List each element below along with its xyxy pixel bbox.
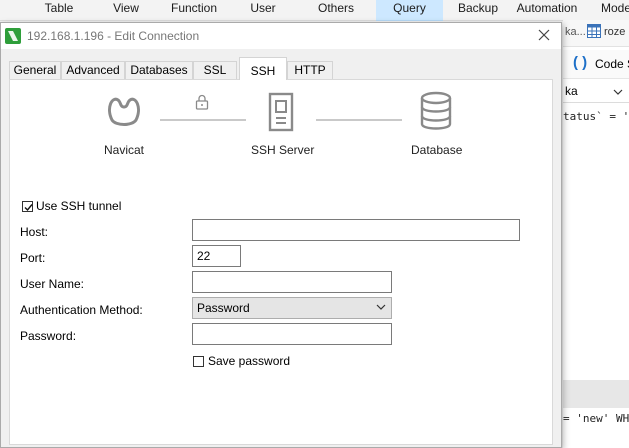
port-label: Port:	[20, 251, 46, 265]
table-grid-icon	[587, 24, 601, 38]
database-select[interactable]: ka	[563, 80, 629, 103]
navicat-label: Navicat	[104, 143, 145, 157]
menu-query[interactable]: Query	[376, 0, 443, 21]
database-select-value: ka	[565, 84, 578, 98]
editor-gutter-band	[563, 380, 629, 408]
navicat-icon	[104, 90, 144, 130]
tab-advanced[interactable]: Advanced	[61, 61, 125, 79]
edit-connection-dialog: 192.168.1.196 - Edit Connection General …	[0, 22, 562, 448]
use-ssh-tunnel-label[interactable]: Use SSH tunnel	[36, 199, 121, 213]
close-button[interactable]	[535, 26, 553, 44]
tab-general[interactable]: General	[9, 61, 61, 79]
user-name-input[interactable]	[192, 271, 392, 293]
user-name-label: User Name:	[20, 277, 85, 291]
auth-method-select[interactable]: Password	[192, 297, 392, 319]
database-icon	[418, 90, 454, 134]
tab-ssh[interactable]: SSH	[239, 57, 287, 80]
query-tab-bar: ka... roze	[563, 20, 629, 47]
checkmark-icon	[24, 204, 33, 212]
password-input[interactable]	[192, 323, 392, 345]
tab-databases[interactable]: Databases	[125, 61, 193, 79]
tab-roze[interactable]: roze	[604, 26, 625, 38]
menu-function[interactable]: Function	[162, 0, 226, 20]
menu-mode[interactable]: Mode	[596, 0, 629, 20]
close-icon	[538, 29, 550, 41]
tab-fragment[interactable]: ka...	[565, 26, 586, 38]
connection-line	[316, 119, 402, 121]
menu-others[interactable]: Others	[304, 0, 368, 20]
main-menubar: Table View Function User Others Query Ba…	[0, 0, 629, 21]
database-label: Database	[411, 143, 463, 157]
password-label: Password:	[20, 329, 77, 343]
auth-method-value: Password	[197, 301, 250, 315]
menu-backup[interactable]: Backup	[450, 0, 506, 20]
connection-line	[160, 119, 246, 121]
host-label: Host:	[20, 225, 49, 239]
port-input[interactable]: 22	[192, 245, 241, 267]
save-password-checkbox[interactable]	[193, 356, 204, 367]
sql-code-line: tatus` = '	[563, 110, 629, 123]
auth-method-label: Authentication Method:	[20, 303, 143, 317]
dialog-titlebar[interactable]: 192.168.1.196 - Edit Connection	[1, 23, 561, 49]
lock-icon	[194, 94, 210, 110]
chevron-down-icon	[613, 85, 623, 99]
use-ssh-tunnel-checkbox[interactable]	[22, 201, 33, 212]
query-toolbar: ( ) Code S	[563, 50, 629, 79]
host-input[interactable]	[192, 219, 520, 241]
tab-ssl[interactable]: SSL	[193, 61, 237, 79]
menu-view[interactable]: View	[100, 0, 152, 20]
chevron-down-icon	[376, 301, 386, 316]
connection-tabs: General Advanced Databases SSL SSH HTTP	[9, 57, 549, 80]
menu-user[interactable]: User	[238, 0, 288, 20]
code-snippet-icon: ( )	[573, 54, 588, 71]
tab-http[interactable]: HTTP	[287, 61, 333, 79]
sql-code-line: = 'new' WH	[563, 412, 629, 425]
menu-table[interactable]: Table	[30, 0, 88, 20]
menu-automation[interactable]: Automation	[512, 0, 582, 20]
ssh-server-label: SSH Server	[251, 143, 315, 157]
ssh-server-icon	[266, 90, 296, 134]
navicat-logo-icon	[5, 28, 21, 44]
ssh-settings-panel: Navicat SSH Server Database Use SSH tunn…	[9, 79, 553, 445]
code-snippet-button[interactable]: Code S	[595, 57, 629, 71]
save-password-label[interactable]: Save password	[208, 354, 290, 368]
dialog-title: 192.168.1.196 - Edit Connection	[27, 29, 200, 43]
